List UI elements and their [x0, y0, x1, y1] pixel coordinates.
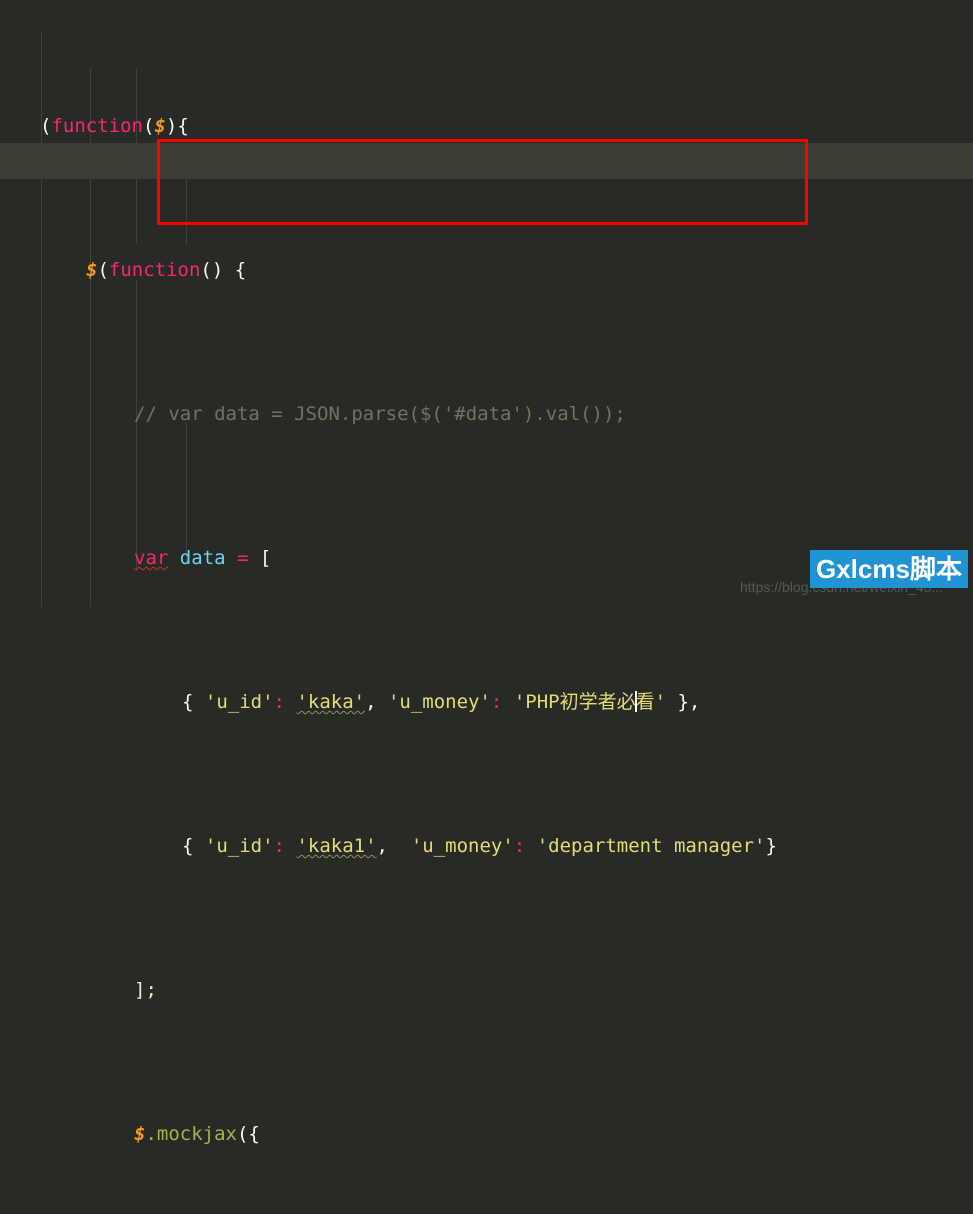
token-value-php-part2: 看'	[635, 691, 667, 713]
token-lparen: (	[142, 115, 155, 137]
code-line-1[interactable]: $(function() {	[0, 252, 973, 288]
token-keyword-function: function	[51, 115, 143, 137]
code-line-7[interactable]: $.mockjax({	[0, 1116, 973, 1152]
code-content[interactable]: (function($){ $(function() { // var data…	[0, 0, 973, 1214]
token-args-brace: () {	[200, 259, 247, 281]
token-dollar-param: $	[154, 115, 166, 137]
token-key-uid: 'u_id'	[204, 691, 274, 713]
code-line-4[interactable]: { 'u_id': 'kaka', 'u_money': 'PHP初学者必看' …	[0, 684, 973, 720]
token-value-kaka1: 'kaka1'	[296, 835, 377, 857]
code-line-2[interactable]: // var data = JSON.parse($('#data').val(…	[0, 396, 973, 432]
token-comma: ,	[365, 691, 388, 713]
token-keyword-var: var	[134, 547, 169, 569]
watermark-badge: Gxlcms脚本	[810, 550, 968, 588]
token-colon: :	[513, 835, 526, 857]
token-call-open: ({	[236, 1123, 260, 1145]
token-key-umoney: 'u_money'	[410, 835, 514, 857]
token-obj-close: },	[666, 691, 701, 713]
token-comma: ,	[376, 835, 411, 857]
token-keyword-function: function	[108, 259, 201, 281]
token-obj-open: {	[182, 835, 205, 857]
token-paren: (	[40, 115, 52, 137]
token-obj-close: }	[765, 835, 777, 857]
code-line-5[interactable]: { 'u_id': 'kaka1', 'u_money': 'departmen…	[0, 828, 973, 864]
token-assign: =	[237, 547, 249, 569]
token-colon: :	[273, 835, 285, 857]
token-jquery-dollar: $	[134, 1123, 146, 1145]
token-method-mockjax: .mockjax	[145, 1123, 237, 1145]
token-colon: :	[490, 691, 503, 713]
token-comment: // var data = JSON.parse($('#data').val(…	[134, 403, 626, 425]
token-value-php-part1: 'PHP初学者必	[513, 691, 636, 713]
token-lparen: (	[97, 259, 109, 281]
token-key-uid: 'u_id'	[204, 835, 274, 857]
token-identifier-data: data	[179, 547, 226, 569]
code-editor[interactable]: (function($){ $(function() { // var data…	[0, 0, 973, 1145]
token-value-kaka: 'kaka'	[296, 691, 366, 713]
token-key-umoney: 'u_money'	[387, 691, 491, 713]
code-line-0[interactable]: (function($){	[0, 108, 973, 144]
token-colon: :	[273, 691, 285, 713]
token-rparen-brace: ){	[165, 115, 189, 137]
token-array-open: [	[259, 547, 272, 569]
token-value-department: 'department manager'	[536, 835, 766, 857]
token-jquery-dollar: $	[86, 259, 98, 281]
token-obj-open: {	[182, 691, 205, 713]
code-line-6[interactable]: ];	[0, 972, 973, 1008]
token-array-close: ];	[134, 979, 157, 1001]
